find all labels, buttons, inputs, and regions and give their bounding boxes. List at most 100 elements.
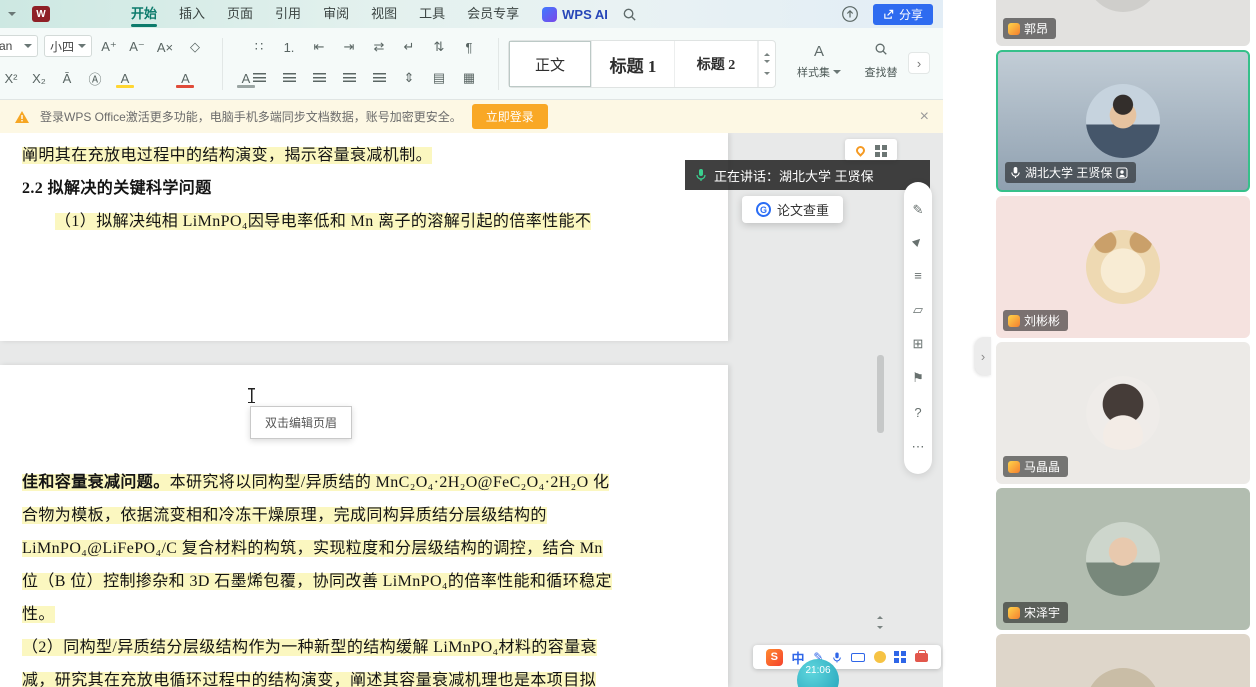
ime-toolbox-icon[interactable]	[915, 653, 928, 662]
format-painter-icon[interactable]: ◇	[182, 35, 208, 59]
wps-logo[interactable]: W	[32, 6, 50, 22]
enclose-character-icon[interactable]: Ⓐ	[82, 66, 108, 90]
flag-icon[interactable]: ⚑	[912, 371, 924, 384]
shading-icon[interactable]: ▤	[426, 66, 452, 90]
numbered-list-icon[interactable]: 1.	[276, 35, 302, 59]
align-center-icon[interactable]	[276, 66, 302, 90]
doc-paragraph: 位（B 位）控制掺杂和 3D 石墨烯包覆，协同改善 LiMnPO₄的倍率性能和循…	[22, 565, 728, 598]
styles-gallery-scroll[interactable]	[758, 41, 775, 87]
style-body-text[interactable]: 正文	[509, 41, 592, 87]
borders-icon[interactable]: ▦	[456, 66, 482, 90]
doc-paragraph: 减，研究其在充放电循环过程中的结构演变，阐述其容量衰减机理也是本项目拟	[22, 664, 728, 687]
scrollbar-thumb[interactable]	[877, 355, 884, 433]
eraser-icon[interactable]: ▱	[913, 303, 923, 316]
panel-collapse-handle[interactable]: ›	[975, 337, 991, 375]
location-pin-icon[interactable]	[854, 144, 867, 157]
adjust-icon[interactable]: ≡	[914, 269, 922, 282]
participant-tile[interactable]	[996, 634, 1250, 687]
toolbox-icon[interactable]: ⊞	[913, 337, 924, 350]
warning-icon	[14, 110, 30, 124]
menu-member[interactable]: 会员专享	[456, 0, 530, 28]
participant-tile[interactable]: 马晶晶	[996, 342, 1250, 484]
select-cursor-icon[interactable]: ▶	[912, 236, 925, 249]
align-left-icon[interactable]	[246, 66, 272, 90]
ribbon-expand-chevron[interactable]: ›	[908, 52, 930, 74]
keyboard-icon[interactable]	[851, 653, 865, 662]
distribute-icon[interactable]	[366, 66, 392, 90]
decrease-font-icon[interactable]: A⁻	[124, 35, 150, 59]
phonetic-guide-icon[interactable]: Ā	[54, 66, 80, 90]
participant-label: 刘彬彬	[1003, 310, 1068, 331]
participant-tile-speaking[interactable]: 湖北大学 王贤保	[996, 50, 1250, 192]
superscript-icon[interactable]: X²	[0, 66, 24, 90]
bullet-list-icon[interactable]: ∷	[246, 35, 272, 59]
subscript-icon[interactable]: X₂	[26, 66, 52, 90]
increase-font-icon[interactable]: A⁺	[96, 35, 122, 59]
emoji-icon[interactable]	[874, 651, 886, 663]
menu-references[interactable]: 引用	[264, 0, 312, 28]
sort-icon[interactable]: ⇅	[426, 35, 452, 59]
show-marks-icon[interactable]: ¶	[456, 35, 482, 59]
menu-tools[interactable]: 工具	[408, 0, 456, 28]
font-name-select[interactable]: an	[0, 35, 38, 57]
doc-heading: 2.2 拟解决的关键科学问题	[22, 172, 728, 205]
menu-view[interactable]: 视图	[360, 0, 408, 28]
avatar	[1086, 0, 1160, 12]
menu-page[interactable]: 页面	[216, 0, 264, 28]
document-page-2[interactable]: 双击编辑页眉 佳和容量衰减问题。本研究将以同构型/异质结的 MnC₂O₄·2H₂…	[0, 365, 728, 687]
decrease-indent-icon[interactable]: ⇤	[306, 35, 332, 59]
participant-tile[interactable]: 郭昂	[996, 0, 1250, 46]
annotate-pen-icon[interactable]: ✎	[913, 203, 924, 216]
more-icon[interactable]: ⋯	[912, 440, 925, 453]
line-spacing-icon[interactable]: ⇕	[396, 66, 422, 90]
style-heading-1[interactable]: 标题 1	[592, 41, 675, 87]
wps-ai-label: WPS AI	[562, 7, 608, 22]
scrollbar[interactable]	[877, 139, 885, 639]
menu-home[interactable]: 开始	[120, 0, 168, 28]
doc-paragraph: （1）拟解决纯相 LiMnPO₄因导电率低和 Mn 离子的溶解引起的倍率性能不	[22, 205, 728, 238]
collapse-chevron-icon[interactable]	[8, 8, 16, 20]
style-set-button[interactable]: A 样式集	[792, 40, 846, 88]
sogou-logo[interactable]: S	[766, 649, 783, 666]
participant-tile[interactable]: 宋泽宇	[996, 488, 1250, 630]
highlight-color-icon[interactable]: A	[112, 66, 138, 90]
cloud-upload-icon[interactable]	[841, 5, 859, 23]
help-icon[interactable]: ?	[914, 406, 921, 419]
search-icon[interactable]	[622, 7, 637, 22]
wps-ai-button[interactable]: WPS AI	[542, 7, 608, 22]
font-size-select[interactable]: 小四	[44, 35, 92, 57]
character-scale-icon[interactable]: ⇄	[366, 35, 392, 59]
style-set-icon: A	[792, 40, 846, 64]
screen: W 开始 插入 页面 引用 审阅 视图 工具 会员专享 WPS AI	[0, 0, 1256, 687]
doc-paragraph: 阐明其在充放电过程中的结构演变，揭示容量衰减机制。	[22, 139, 728, 172]
styles-gallery: 正文 标题 1 标题 2	[508, 40, 776, 88]
voice-input-icon[interactable]	[832, 651, 842, 664]
speaking-text: 正在讲话：湖北大学 王贤保	[714, 166, 874, 185]
menu-review[interactable]: 审阅	[312, 0, 360, 28]
doc-paragraph: 性。	[22, 598, 728, 631]
avatar	[1086, 376, 1160, 450]
ime-apps-grid-icon[interactable]	[894, 651, 899, 656]
ime-toolbar: S 中 ✎	[753, 645, 941, 669]
align-right-icon[interactable]	[306, 66, 332, 90]
find-replace-icon	[854, 40, 908, 64]
participant-badge-icon	[1008, 315, 1020, 327]
paper-check-button[interactable]: G 论文查重	[742, 196, 843, 223]
increase-indent-icon[interactable]: ⇥	[336, 35, 362, 59]
login-now-button[interactable]: 立即登录	[472, 104, 548, 129]
font-color-icon[interactable]: A	[172, 66, 198, 90]
find-replace-button[interactable]: 查找替	[854, 40, 908, 88]
style-heading-2[interactable]: 标题 2	[675, 41, 758, 87]
close-banner-icon[interactable]: ×	[920, 109, 929, 125]
ime-mode-toggle[interactable]: 中	[792, 648, 805, 667]
menu-insert[interactable]: 插入	[168, 0, 216, 28]
share-button[interactable]: 分享	[873, 4, 933, 25]
scrollbar-arrows[interactable]	[877, 613, 883, 632]
document-page-1[interactable]: 阐明其在充放电过程中的结构演变，揭示容量衰减机制。 2.2 拟解决的关键科学问题…	[0, 133, 728, 341]
ribbon: an 小四 A⁺ A⁻ A× ◇ X² X₂ Ā Ⓐ A A A ∷ 1. ⇤ …	[0, 28, 943, 100]
participant-tile[interactable]: 刘彬彬	[996, 196, 1250, 338]
line-break-icon[interactable]: ↵	[396, 35, 422, 59]
clear-format-icon[interactable]: A×	[152, 35, 178, 59]
justify-icon[interactable]	[336, 66, 362, 90]
apps-grid-icon[interactable]	[875, 145, 880, 150]
